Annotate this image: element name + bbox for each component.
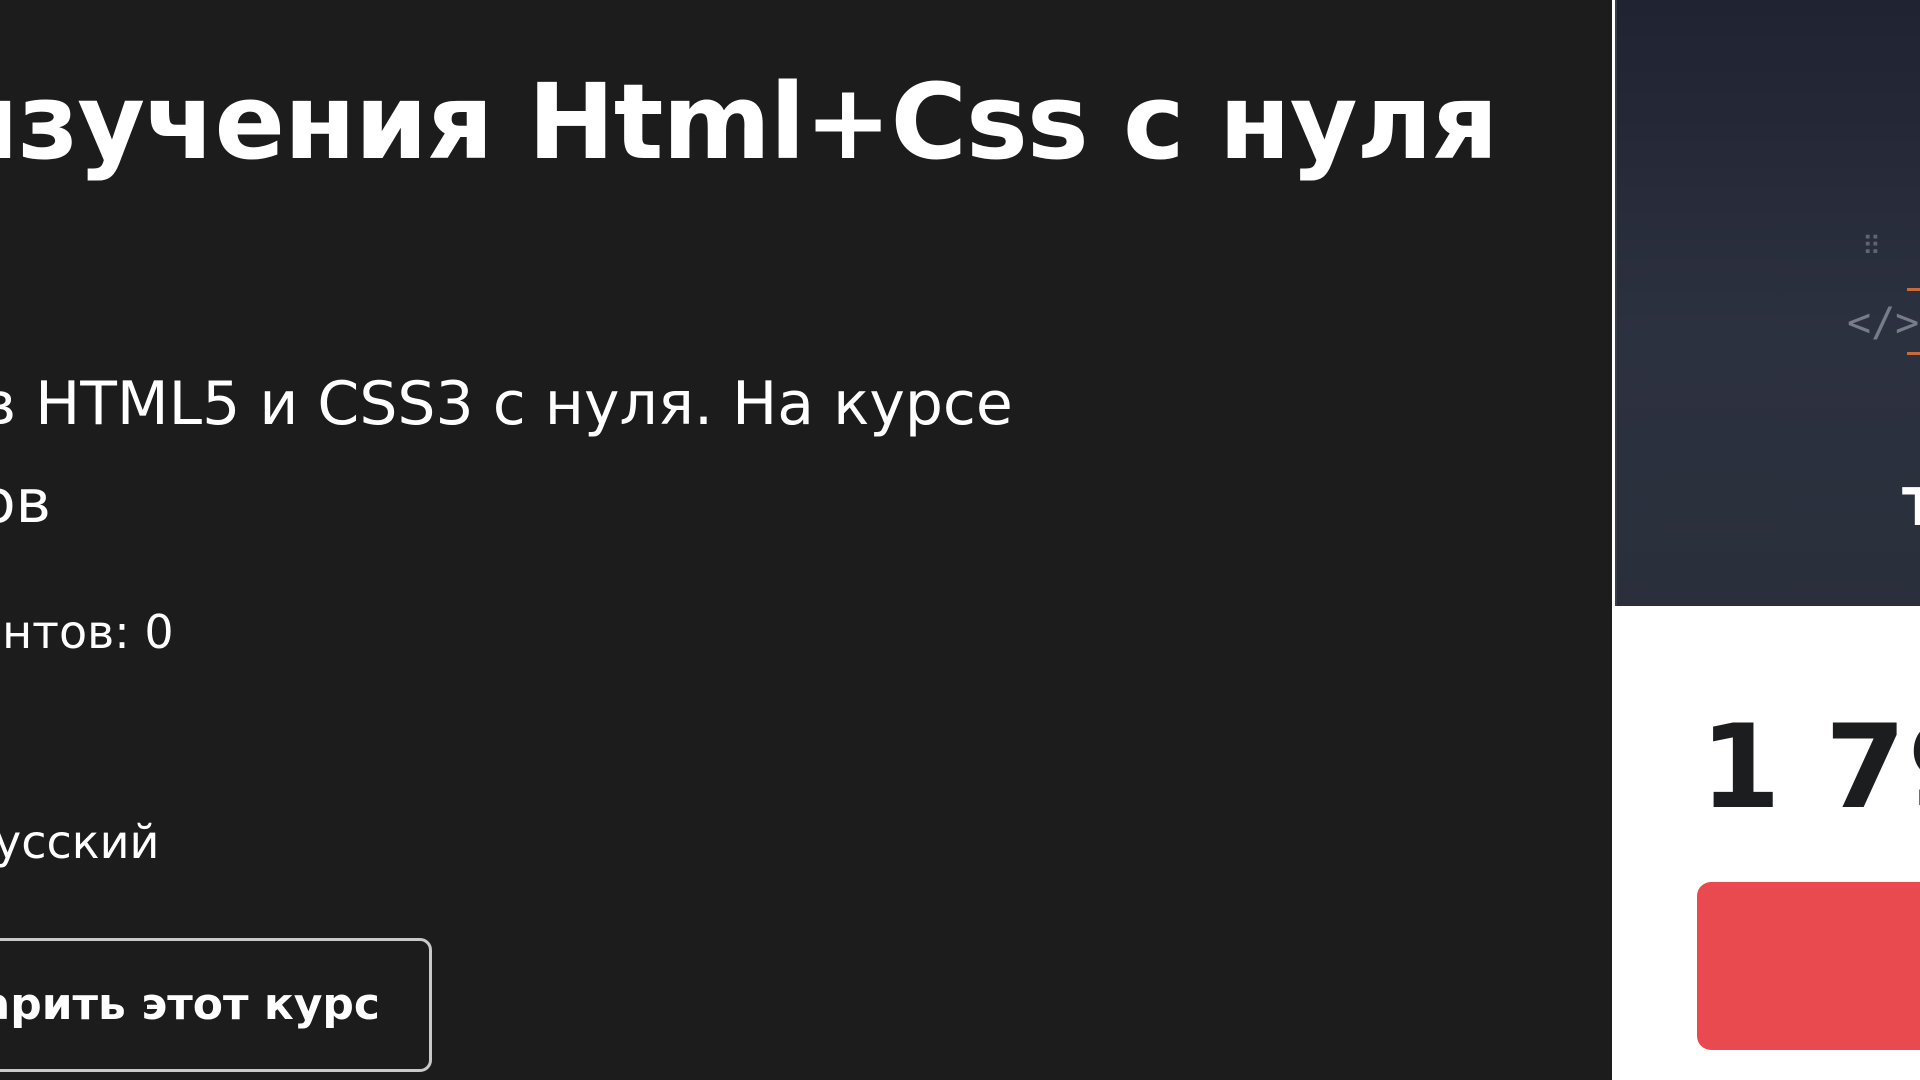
grip-icon: ⠿	[1862, 232, 1884, 262]
buy-button[interactable]	[1697, 882, 1920, 1050]
purchase-card: ⠿ </> Т 1 79	[1612, 0, 1920, 1080]
student-count: дентов: 0	[0, 605, 174, 659]
course-price: 1 79	[1700, 700, 1920, 835]
course-language: усский	[0, 815, 160, 869]
code-icon: </>	[1847, 300, 1920, 346]
course-title: изучения Html+Css с нуля	[0, 61, 1498, 183]
gift-course-button[interactable]: дарить этот курс	[0, 938, 432, 1072]
gift-course-label: дарить этот курс	[0, 979, 380, 1030]
course-description: ов HTML5 и CSS3 с нуля. На курсетов	[0, 369, 1013, 537]
code-line-decoration	[1907, 288, 1920, 291]
course-hero: изучения Html+Css с нуля ов HTML5 и CSS3…	[0, 0, 1612, 1080]
course-preview[interactable]: ⠿ </> Т	[1615, 0, 1920, 606]
preview-label: Т	[1902, 478, 1920, 538]
code-line-decoration	[1907, 352, 1920, 355]
